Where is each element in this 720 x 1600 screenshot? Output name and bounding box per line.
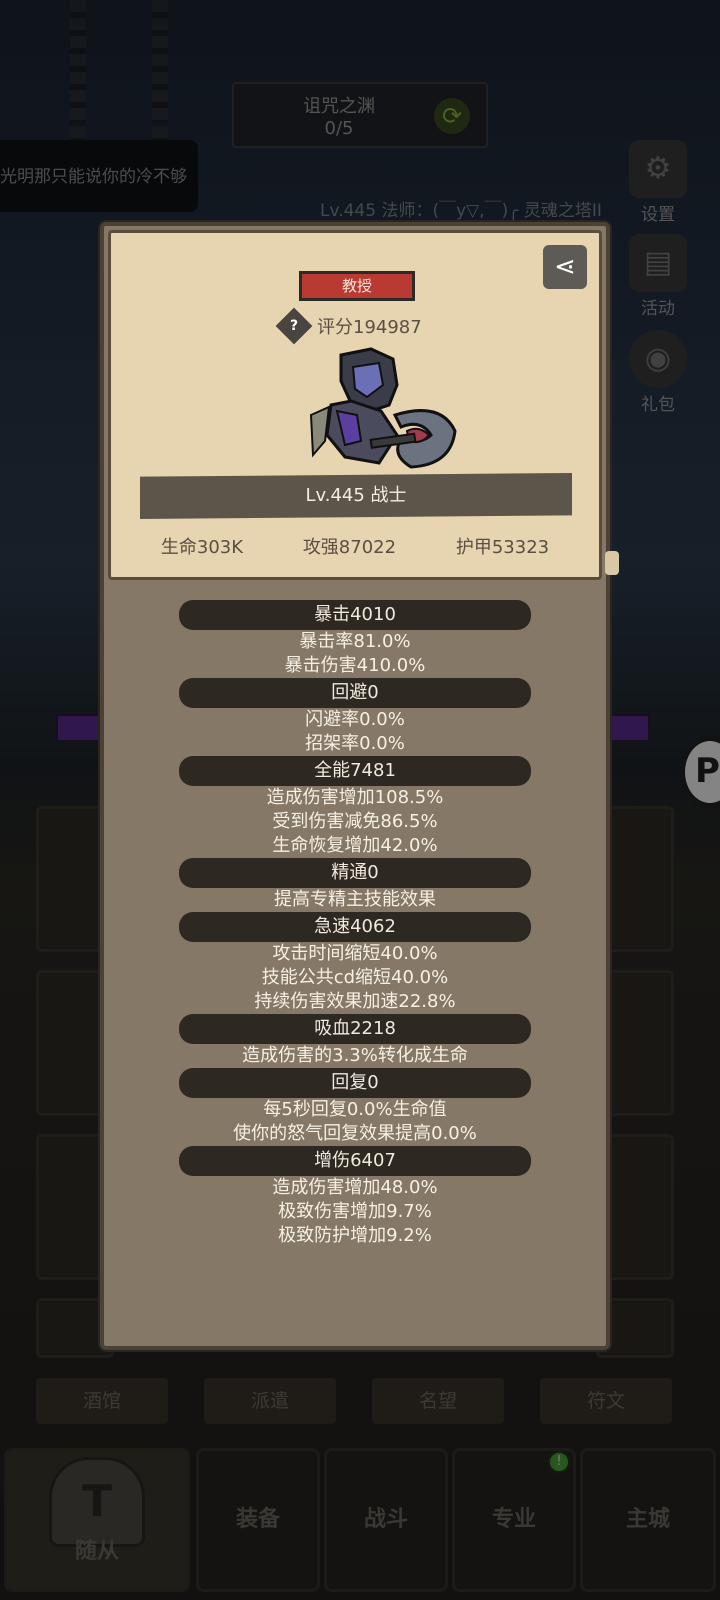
attribute-line: 使你的怒气回复效果提高0.0% [233, 1123, 477, 1144]
help-icon[interactable]: ? [275, 307, 313, 345]
hero-header-card: ⋖ 教授 ? 评分194987 Lv.445 战士 生命303K 攻强87022… [108, 230, 619, 580]
attribute-line: 生命恢复增加42.0% [272, 835, 438, 856]
share-button[interactable]: ⋖ [543, 245, 587, 289]
section-regen: 回复0 [179, 1068, 531, 1098]
attribute-line: 攻击时间缩短40.0% [272, 943, 438, 964]
attack-stat: 攻强87022 [302, 537, 397, 558]
hero-portrait [309, 347, 457, 469]
rank-badge: 教授 [299, 271, 415, 301]
attribute-line: 极致伤害增加9.7% [278, 1201, 432, 1222]
attribute-line: 极致防护增加9.2% [278, 1225, 432, 1246]
attribute-list: 暴击4010 暴击率81.0% 暴击伤害410.0% 回避0 闪避率0.0% 招… [104, 600, 606, 1248]
attribute-line: 受到伤害减免86.5% [272, 811, 438, 832]
armor-stat: 护甲53323 [455, 537, 550, 558]
page-curl [605, 551, 619, 575]
attribute-line: 造成伤害的3.3%转化成生命 [242, 1045, 468, 1066]
attribute-line: 持续伤害效果加速22.8% [254, 991, 456, 1012]
section-crit: 暴击4010 [179, 600, 531, 630]
score-row: ? 评分194987 [275, 307, 422, 345]
hero-detail-modal: ⋖ 教授 ? 评分194987 Lv.445 战士 生命303K 攻强87022… [100, 222, 619, 1350]
level-class-bar: Lv.445 战士 [140, 473, 572, 519]
attribute-line: 暴击伤害410.0% [284, 655, 426, 676]
section-haste: 急速4062 [179, 912, 531, 942]
attribute-line: 提高专精主技能效果 [274, 889, 436, 910]
section-versatility: 全能7481 [179, 756, 531, 786]
attribute-line: 闪避率0.0% [305, 709, 405, 730]
attribute-line: 技能公共cd缩短40.0% [261, 967, 449, 988]
section-avoidance: 回避0 [179, 678, 531, 708]
section-mastery: 精通0 [179, 858, 531, 888]
attribute-line: 招架率0.0% [305, 733, 405, 754]
section-lifesteal: 吸血2218 [179, 1014, 531, 1044]
base-stats: 生命303K 攻强87022 护甲53323 [111, 533, 599, 559]
attribute-line: 暴击率81.0% [299, 631, 411, 652]
attribute-line: 造成伤害增加48.0% [272, 1177, 438, 1198]
score-value: 评分194987 [317, 317, 422, 338]
hp-stat: 生命303K [160, 537, 244, 558]
share-icon: ⋖ [554, 252, 576, 282]
attribute-line: 造成伤害增加108.5% [266, 787, 444, 808]
attribute-line: 每5秒回复0.0%生命值 [263, 1099, 447, 1120]
section-damage-bonus: 增伤6407 [179, 1146, 531, 1176]
